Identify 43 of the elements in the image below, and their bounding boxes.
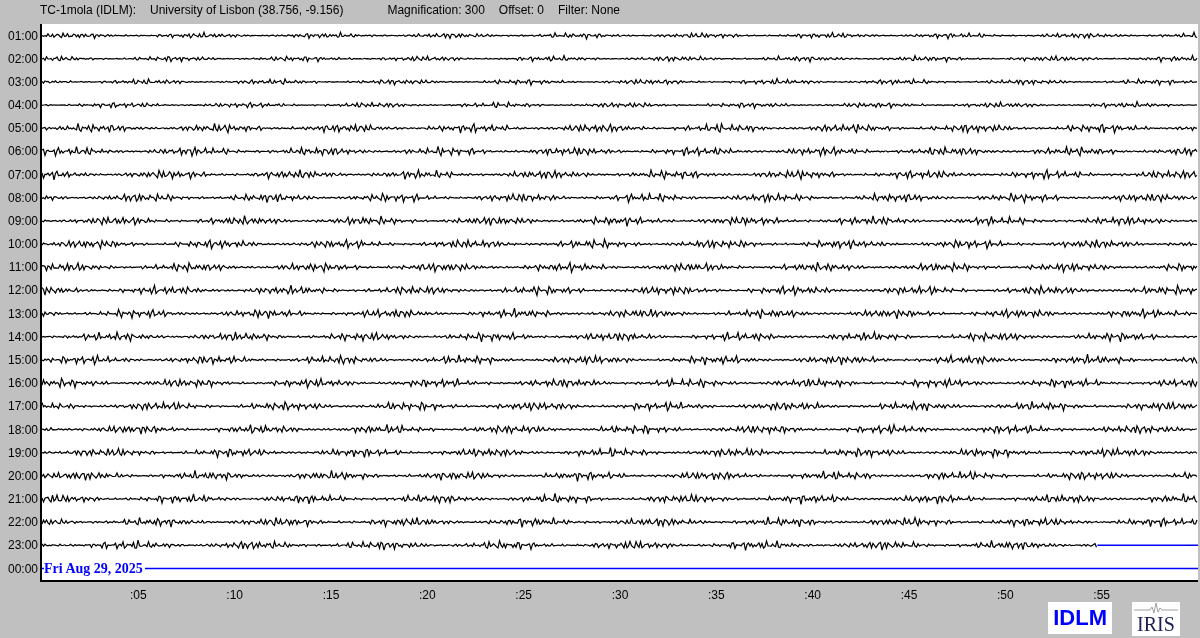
filter-label: Filter: None [558, 3, 621, 17]
hour-label: 14:00 [6, 328, 39, 346]
hour-label: 07:00 [6, 166, 39, 184]
hour-label: 20:00 [6, 467, 39, 485]
axis-tick-label: :40 [804, 588, 821, 602]
axis-tick-label: :55 [1093, 588, 1110, 602]
hour-label: 23:00 [6, 537, 39, 555]
axis-tick-label: :50 [997, 588, 1014, 602]
hour-label: 13:00 [6, 305, 39, 323]
axis-tick-label: :35 [708, 588, 725, 602]
hour-label: 00:00 [6, 560, 39, 578]
hour-label: 04:00 [6, 97, 39, 115]
date-label: Fri Aug 29, 2025 [44, 561, 145, 576]
axis-tick-label: :15 [322, 588, 340, 602]
hour-label: 08:00 [6, 189, 39, 207]
hour-label: 16:00 [6, 375, 39, 393]
station-location: University of Lisbon (38.756, -9.156) [150, 3, 344, 17]
hour-label: 11:00 [7, 259, 39, 277]
hour-label: 12:00 [6, 282, 39, 300]
hour-label: 05:00 [6, 120, 39, 138]
offset-label: Offset: 0 [498, 3, 544, 17]
hour-label: 21:00 [6, 491, 39, 508]
hour-label: 18:00 [6, 421, 39, 439]
hour-label: 01:00 [6, 27, 39, 45]
hour-label: 10:00 [6, 236, 39, 254]
hour-label: 19:00 [6, 444, 39, 462]
hour-label: 03:00 [6, 73, 39, 91]
axis-tick-label: :30 [611, 588, 629, 602]
axis-tick-label: :25 [515, 588, 532, 602]
axis-tick-label: :10 [226, 588, 243, 602]
hour-label: 02:00 [6, 50, 39, 68]
hour-label: 06:00 [6, 143, 39, 161]
hour-label: 15:00 [6, 352, 39, 369]
idlm-logo: IDLM [1048, 602, 1112, 634]
magnification-label: Magnification: 300 [387, 3, 485, 17]
axis-tick-label: :45 [900, 588, 918, 602]
station-name: TC-1mola (IDLM): [40, 3, 136, 17]
hour-label: 17:00 [6, 398, 39, 416]
axis-tick-label: :05 [130, 588, 147, 602]
iris-logo: IRIS [1132, 602, 1180, 636]
axis-tick-label: :20 [419, 588, 436, 602]
hour-label: 22:00 [6, 514, 39, 532]
hour-label: 09:00 [6, 212, 39, 230]
